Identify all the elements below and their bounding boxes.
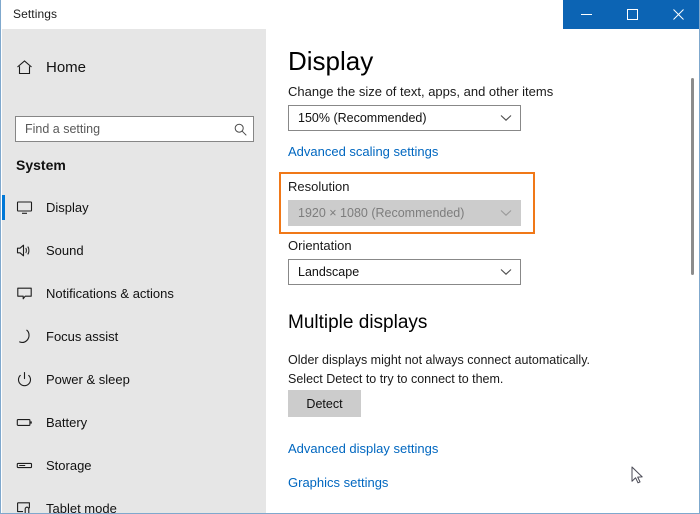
chevron-down-icon <box>492 268 520 276</box>
sidebar-item-label: Focus assist <box>46 329 119 344</box>
advanced-display-settings-link[interactable]: Advanced display settings <box>288 441 438 456</box>
chevron-down-icon <box>492 209 520 217</box>
resolution-dropdown[interactable]: 1920 × 1080 (Recommended) <box>288 200 521 226</box>
scrollbar-thumb[interactable] <box>691 78 694 275</box>
sidebar-item-display[interactable]: Display <box>2 186 266 229</box>
sidebar-item-label: Battery <box>46 415 88 430</box>
monitor-icon <box>2 199 46 216</box>
multiple-displays-description: Older displays might not always connect … <box>288 353 590 386</box>
sidebar-item-home[interactable]: Home <box>2 50 266 84</box>
maximize-icon <box>626 9 638 20</box>
sidebar-item-tablet-mode[interactable]: Tablet mode <box>2 487 266 514</box>
chevron-down-icon <box>492 114 520 122</box>
maximize-button[interactable] <box>609 0 655 29</box>
sidebar: Home Find a setting System Display Sound… <box>2 29 266 513</box>
title-bar: Settings <box>1 0 699 29</box>
speaker-icon <box>2 242 46 259</box>
sidebar-item-sound[interactable]: Sound <box>2 229 266 272</box>
minimize-icon <box>580 14 592 15</box>
sidebar-item-label: Display <box>46 200 89 215</box>
search-icon <box>227 123 253 136</box>
moon-icon <box>2 328 46 345</box>
advanced-scaling-settings-link[interactable]: Advanced scaling settings <box>288 144 438 159</box>
orientation-label: Orientation <box>288 238 352 253</box>
power-icon <box>2 371 46 388</box>
sidebar-nav-list: Display Sound Notifications & actions Fo… <box>2 186 266 514</box>
close-button[interactable] <box>655 0 699 29</box>
tablet-icon <box>2 500 46 513</box>
search-placeholder: Find a setting <box>25 122 101 136</box>
vertical-scrollbar[interactable] <box>686 29 699 513</box>
sidebar-item-label: Notifications & actions <box>46 286 174 301</box>
sidebar-item-label: Tablet mode <box>46 501 117 514</box>
sidebar-section-header: System <box>16 157 66 173</box>
home-icon <box>2 59 46 76</box>
minimize-button[interactable] <box>563 0 609 29</box>
resolution-label: Resolution <box>288 179 350 194</box>
page-title: Display <box>288 46 374 76</box>
multiple-displays-heading: Multiple displays <box>288 312 428 333</box>
close-icon <box>672 9 684 20</box>
sidebar-item-label: Storage <box>46 458 92 473</box>
scale-dropdown-value: 150% (Recommended) <box>298 111 427 125</box>
sidebar-item-notifications[interactable]: Notifications & actions <box>2 272 266 315</box>
search-input[interactable]: Find a setting <box>15 116 254 142</box>
settings-window: Settings Home Find a setting System Disp… <box>0 0 700 514</box>
sidebar-item-battery[interactable]: Battery <box>2 401 266 444</box>
storage-icon <box>2 457 46 474</box>
graphics-settings-link[interactable]: Graphics settings <box>288 475 388 490</box>
selection-indicator <box>2 195 5 220</box>
sidebar-item-label: Sound <box>46 243 84 258</box>
battery-icon <box>2 414 46 431</box>
sidebar-item-focus-assist[interactable]: Focus assist <box>2 315 266 358</box>
caption-buttons-group <box>563 0 699 29</box>
content-pane: Display Change the size of text, apps, a… <box>266 29 699 513</box>
sidebar-item-storage[interactable]: Storage <box>2 444 266 487</box>
orientation-dropdown-value: Landscape <box>298 265 360 279</box>
scale-label: Change the size of text, apps, and other… <box>288 84 554 99</box>
resolution-dropdown-value: 1920 × 1080 (Recommended) <box>298 206 465 220</box>
notification-icon <box>2 285 46 302</box>
sidebar-item-label: Power & sleep <box>46 372 130 387</box>
sidebar-item-power-sleep[interactable]: Power & sleep <box>2 358 266 401</box>
window-title: Settings <box>13 7 58 21</box>
scale-dropdown[interactable]: 150% (Recommended) <box>288 105 521 131</box>
detect-button[interactable]: Detect <box>288 390 361 417</box>
home-label: Home <box>46 58 87 76</box>
orientation-dropdown[interactable]: Landscape <box>288 259 521 285</box>
